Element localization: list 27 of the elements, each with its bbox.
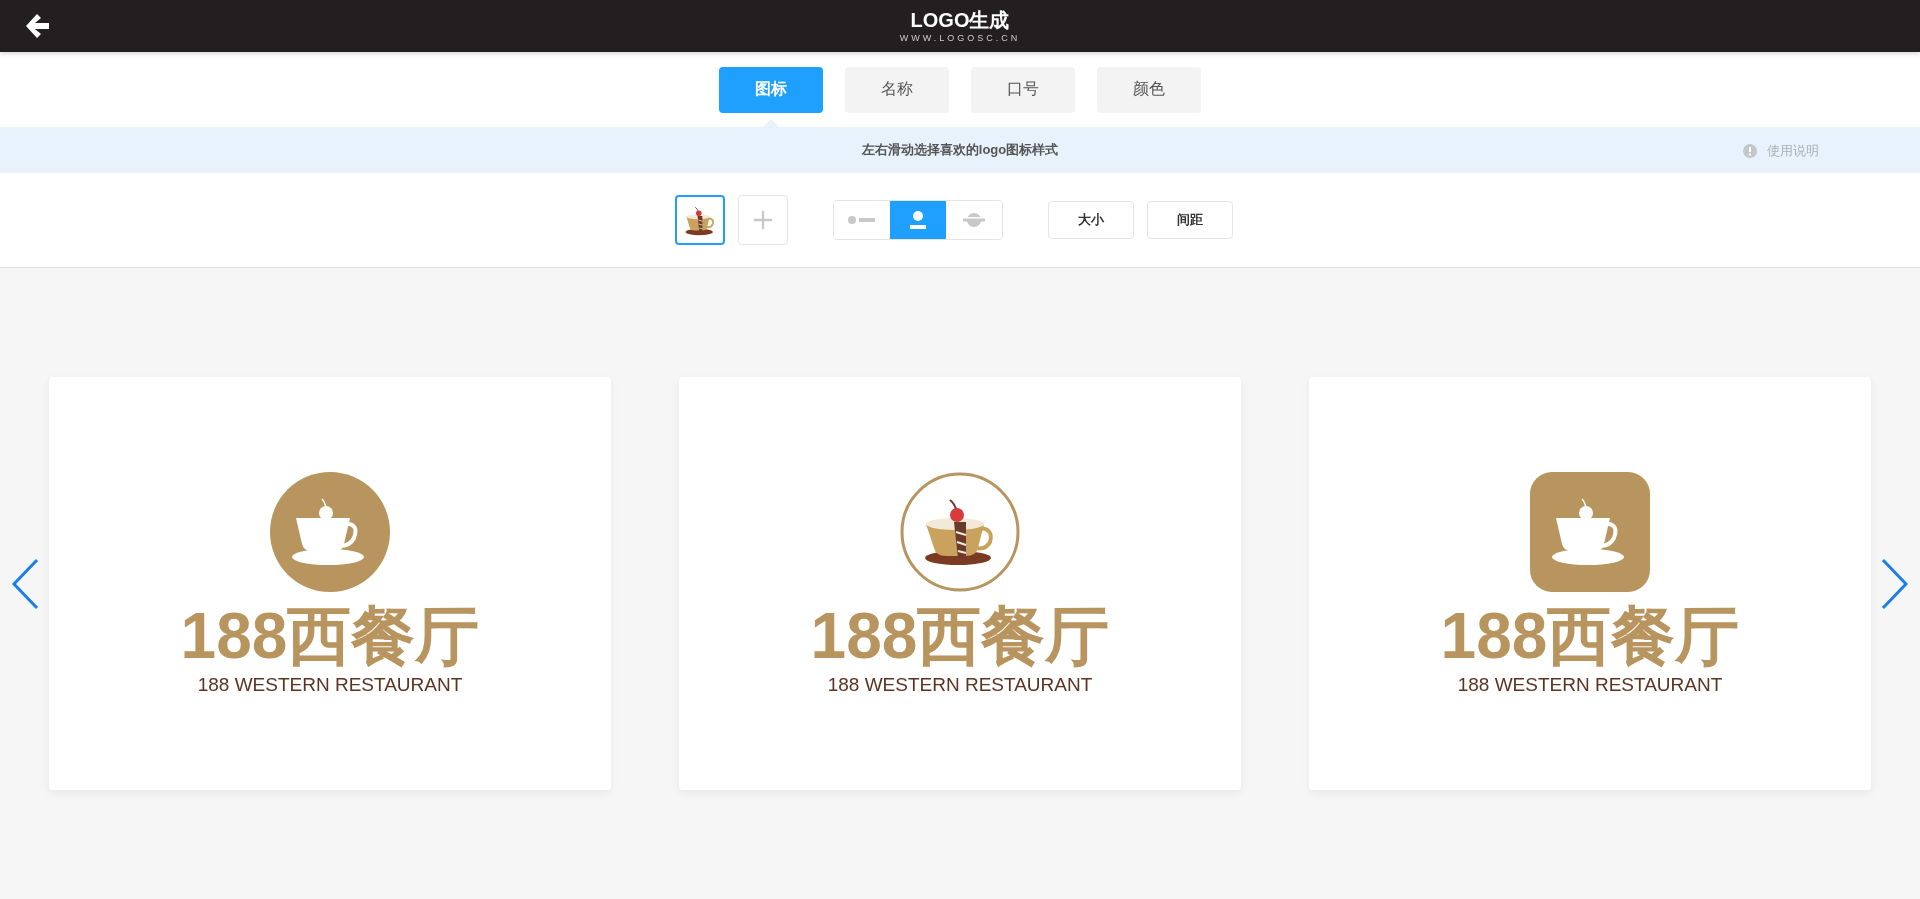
exclamation-icon xyxy=(1743,144,1757,158)
logo-card[interactable]: 188西餐厅 188 WESTERN RESTAURANT xyxy=(679,377,1241,790)
dot-over-line-icon xyxy=(907,210,928,230)
brand-name: 188西餐厅 xyxy=(810,599,1110,672)
brand-subtitle: 188 WESTERN RESTAURANT xyxy=(1457,673,1723,696)
cake-cup-emblem-icon xyxy=(900,471,1020,592)
logo-url: WWW.LOGOSC.CN xyxy=(899,32,1021,44)
option-button[interactable]: 间距 xyxy=(1146,201,1233,239)
icon-thumbnail[interactable] xyxy=(674,195,725,245)
tab[interactable]: 名称 xyxy=(845,66,949,113)
logo-card[interactable]: 188西餐厅 188 WESTERN RESTAURANT xyxy=(49,377,611,790)
dot-line-icon xyxy=(846,214,877,226)
cup-emblem-icon xyxy=(270,471,390,592)
hint-text: 左右滑动选择喜欢的logo图标样式 xyxy=(861,141,1059,159)
option-button[interactable]: 大小 xyxy=(1047,201,1134,239)
logo-card[interactable]: 188西餐厅 188 WESTERN RESTAURANT xyxy=(1309,377,1871,790)
brand-subtitle: 188 WESTERN RESTAURANT xyxy=(827,673,1093,696)
dot-through-line-icon xyxy=(962,212,985,228)
plus-icon xyxy=(751,209,774,231)
tab[interactable]: 颜色 xyxy=(1097,66,1201,113)
logo-text: LOGO生成 xyxy=(910,8,1010,32)
tab[interactable]: 口号 xyxy=(971,66,1075,113)
brand-subtitle: 188 WESTERN RESTAURANT xyxy=(197,673,463,696)
layout-option[interactable] xyxy=(889,201,946,239)
cup-emblem-icon xyxy=(1530,471,1650,592)
brand-name: 188西餐厅 xyxy=(1440,599,1740,672)
brand-name: 188西餐厅 xyxy=(180,599,480,672)
